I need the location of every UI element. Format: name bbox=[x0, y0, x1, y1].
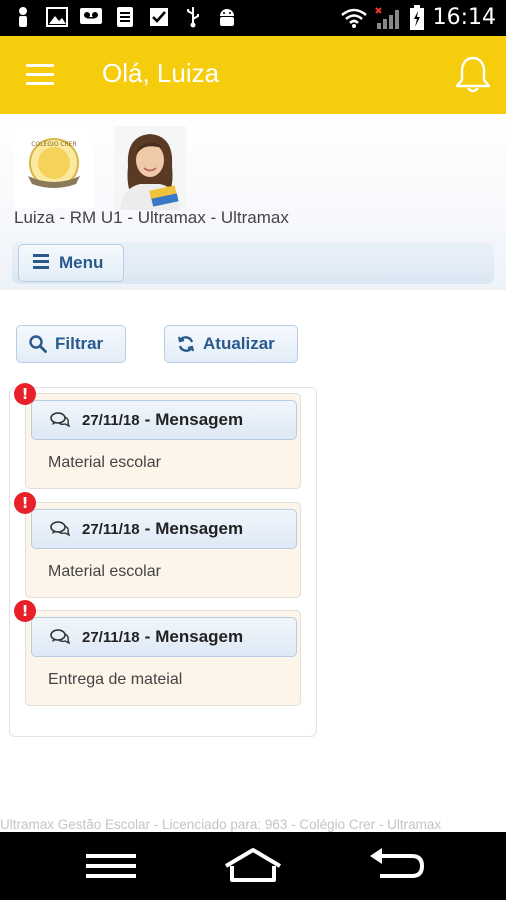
message-type: Mensagem bbox=[155, 519, 244, 538]
app-bar: Olá, Luiza bbox=[0, 36, 506, 114]
message-separator: - bbox=[144, 519, 151, 538]
navigation-bar bbox=[0, 832, 506, 900]
school-logo: COLÉGIO CRER bbox=[14, 128, 94, 208]
message-card[interactable]: 27/11/18 - Mensagem Material escolar bbox=[25, 393, 301, 489]
message-card[interactable]: 27/11/18 - Mensagem Entrega de mateial bbox=[25, 610, 301, 706]
chat-icon bbox=[50, 521, 70, 537]
android-icon bbox=[220, 9, 234, 26]
message-body: Entrega de mateial bbox=[48, 671, 183, 688]
alert-badge: ! bbox=[14, 492, 36, 514]
footer-license: Ultramax Gestão Escolar - Licenciado par… bbox=[0, 817, 442, 832]
hamburger-icon[interactable] bbox=[26, 64, 54, 86]
signal-icon bbox=[374, 7, 399, 29]
message-separator: - bbox=[144, 627, 151, 646]
svg-text:COLÉGIO CRER: COLÉGIO CRER bbox=[31, 140, 76, 148]
alert-badge: ! bbox=[14, 600, 36, 622]
bars-icon bbox=[33, 254, 49, 272]
student-photo bbox=[114, 126, 186, 210]
message-body: Material escolar bbox=[48, 563, 161, 580]
menu-button[interactable]: Menu bbox=[18, 244, 124, 282]
usb-icon bbox=[187, 7, 199, 28]
filter-label: Filtrar bbox=[55, 334, 104, 353]
refresh-button[interactable]: Atualizar bbox=[164, 325, 298, 363]
message-type: Mensagem bbox=[155, 410, 244, 429]
checkbox-icon bbox=[150, 8, 168, 26]
refresh-icon bbox=[177, 336, 195, 352]
person-icon bbox=[19, 7, 27, 27]
page-title: Olá, Luiza bbox=[102, 58, 220, 88]
message-separator: - bbox=[144, 410, 151, 429]
student-info: Luiza - RM U1 - Ultramax - Ultramax bbox=[14, 208, 289, 227]
message-card[interactable]: 27/11/18 - Mensagem Material escolar bbox=[25, 502, 301, 598]
chat-icon bbox=[50, 412, 70, 428]
menu-button-label: Menu bbox=[59, 253, 104, 272]
message-type: Mensagem bbox=[155, 627, 244, 646]
search-icon bbox=[29, 335, 47, 353]
recent-apps-icon[interactable] bbox=[84, 846, 138, 886]
profile-header: COLÉGIO CRER Luiza - RM U1 - Ultramax - … bbox=[0, 114, 506, 290]
back-icon[interactable] bbox=[366, 846, 426, 886]
clock: 16:14 bbox=[432, 5, 496, 30]
message-date: 27/11/18 bbox=[82, 411, 140, 429]
alert-badge: ! bbox=[14, 383, 36, 405]
message-date: 27/11/18 bbox=[82, 628, 140, 646]
voicemail-icon bbox=[80, 8, 102, 24]
chat-icon bbox=[50, 629, 70, 645]
clipboard-icon bbox=[117, 7, 133, 27]
refresh-label: Atualizar bbox=[203, 334, 275, 353]
battery-charging-icon bbox=[409, 5, 424, 30]
message-body: Material escolar bbox=[48, 454, 161, 471]
message-header[interactable]: 27/11/18 - Mensagem bbox=[31, 617, 297, 657]
image-icon bbox=[46, 7, 68, 27]
wifi-icon bbox=[340, 8, 367, 28]
home-icon[interactable] bbox=[222, 846, 284, 886]
status-bar: 16:14 bbox=[0, 0, 506, 36]
message-header[interactable]: 27/11/18 - Mensagem bbox=[31, 400, 297, 440]
message-date: 27/11/18 bbox=[82, 520, 140, 538]
filter-button[interactable]: Filtrar bbox=[16, 325, 126, 363]
bell-icon[interactable] bbox=[452, 54, 494, 96]
message-header[interactable]: 27/11/18 - Mensagem bbox=[31, 509, 297, 549]
